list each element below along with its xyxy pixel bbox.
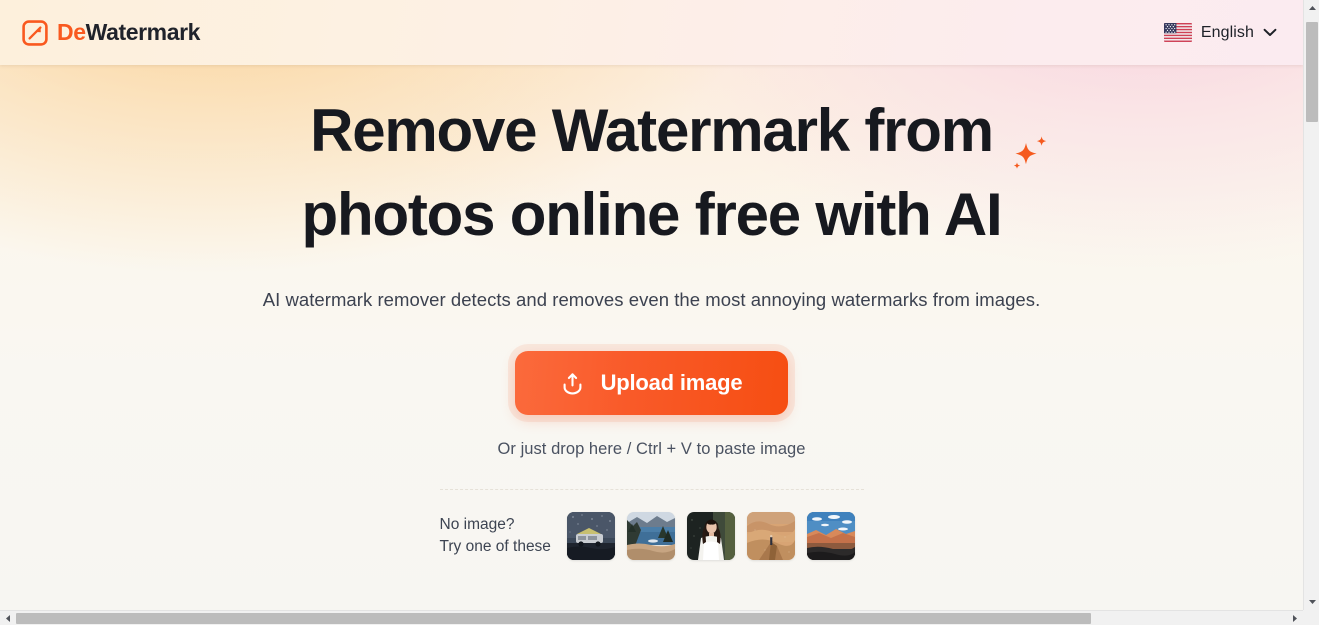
scroll-right-arrow-icon[interactable] <box>1287 611 1303 625</box>
chevron-down-icon <box>1263 28 1277 36</box>
drop-hint-text: Or just drop here / Ctrl + V to paste im… <box>497 440 806 458</box>
logo[interactable]: DeWatermark <box>22 19 200 46</box>
headline-line-2-wrap: photos online free with AI <box>301 136 1047 257</box>
vertical-scrollbar[interactable] <box>1303 0 1319 610</box>
scroll-down-arrow-icon[interactable] <box>1304 594 1319 610</box>
sample-label-line-1: No image? <box>439 516 515 533</box>
sample-desert-dunes[interactable] <box>746 512 795 560</box>
sample-thumbnail-list <box>566 512 855 560</box>
dewatermark-logo-icon <box>22 19 48 46</box>
upload-button-wrap: Upload image <box>0 351 1303 415</box>
scrollbar-corner <box>1303 610 1319 625</box>
horizontal-scrollbar-thumb[interactable] <box>16 613 1091 624</box>
sparkle-icon <box>1014 136 1047 169</box>
headline-line-2: photos online free with AI <box>301 181 1003 248</box>
hero-section: Remove Watermark from photos online free… <box>0 65 1303 560</box>
site-header: DeWatermark English <box>0 0 1303 65</box>
vertical-scrollbar-thumb[interactable] <box>1306 22 1318 122</box>
logo-text: DeWatermark <box>57 21 200 44</box>
sample-camper-van-night[interactable] <box>566 512 615 560</box>
sample-images-label: No image? Try one of these <box>440 514 551 558</box>
sample-label-line-2: Try one of these <box>439 538 551 555</box>
page-title: Remove Watermark from photos online free… <box>102 65 1202 257</box>
us-flag-icon <box>1163 23 1192 42</box>
horizontal-scrollbar[interactable] <box>0 610 1303 625</box>
scroll-left-arrow-icon[interactable] <box>0 611 16 625</box>
upload-image-button[interactable]: Upload image <box>514 351 789 415</box>
sample-images-section: No image? Try one of these <box>439 489 864 560</box>
upload-icon <box>563 372 582 394</box>
sample-canyon-landscape[interactable] <box>806 512 855 560</box>
scroll-up-arrow-icon[interactable] <box>1304 0 1319 16</box>
sample-mountain-lake[interactable] <box>626 512 675 560</box>
browser-viewport: DeWatermark English Remove Watermark fro… <box>0 0 1319 625</box>
page-subtitle: AI watermark remover detects and removes… <box>262 289 1041 310</box>
sample-woman-portrait[interactable] <box>686 512 735 560</box>
headline-line-1: Remove Watermark from <box>310 97 994 164</box>
logo-text-watermark: Watermark <box>85 19 201 45</box>
page-content: DeWatermark English Remove Watermark fro… <box>0 0 1303 610</box>
upload-button-label: Upload image <box>600 370 743 395</box>
language-label: English <box>1200 23 1254 41</box>
logo-text-de: De <box>57 19 86 45</box>
language-selector[interactable]: English <box>1162 19 1279 46</box>
